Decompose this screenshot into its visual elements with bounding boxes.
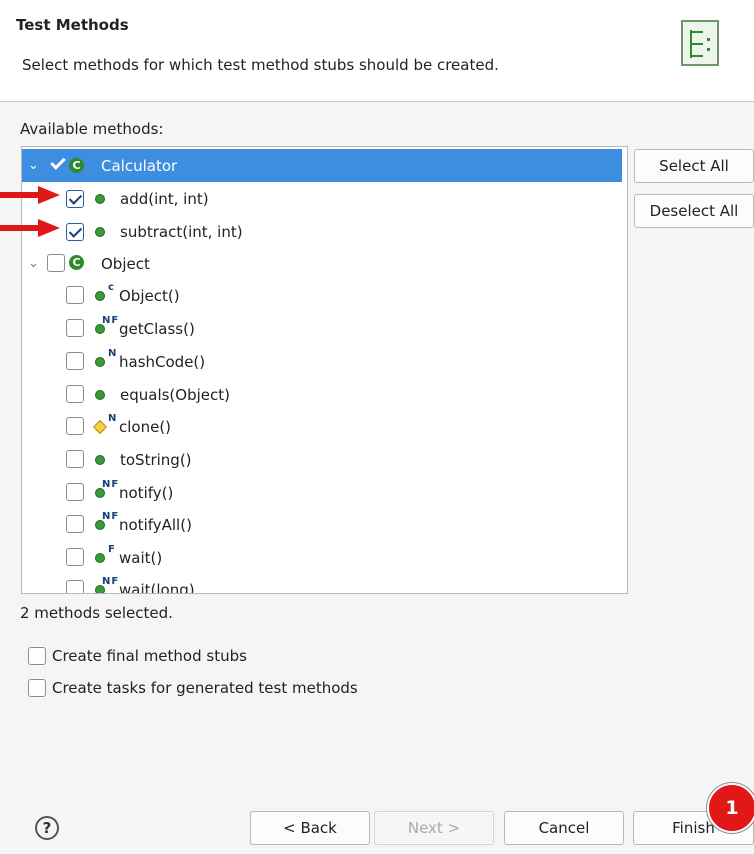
method-checkbox[interactable]: [66, 190, 84, 208]
method-checkbox[interactable]: [66, 580, 84, 593]
available-methods-label: Available methods:: [20, 120, 164, 138]
check-icon[interactable]: [51, 156, 65, 170]
cancel-button[interactable]: Cancel: [504, 811, 624, 845]
step-badge: 1: [707, 783, 754, 833]
chevron-down-icon[interactable]: ⌄: [28, 256, 39, 271]
deselect-all-button[interactable]: Deselect All: [634, 194, 754, 228]
tree-item-label: notifyAll(): [119, 515, 192, 534]
red-arrow-icon: [0, 186, 60, 204]
page-description: Select methods for which test method stu…: [22, 56, 499, 74]
page-title: Test Methods: [16, 16, 129, 34]
tree-item-label: equals(Object): [120, 385, 230, 404]
tree-row-object-ctor[interactable]: c Object(): [22, 279, 622, 312]
method-checkbox[interactable]: [66, 319, 84, 337]
method-checkbox[interactable]: [66, 450, 84, 468]
tree-row-subtract[interactable]: subtract(int, int): [22, 215, 622, 248]
red-arrow-icon: [0, 219, 60, 237]
class-icon: C: [69, 255, 84, 270]
method-checkbox[interactable]: [66, 483, 84, 501]
public-method-icon: [95, 291, 105, 301]
tree-item-label: toString(): [120, 450, 192, 469]
tree-item-label: hashCode(): [119, 352, 206, 371]
tree-item-label: subtract(int, int): [120, 222, 243, 241]
modifier-badge: c: [108, 282, 115, 293]
tree-row-equals[interactable]: equals(Object): [22, 378, 622, 411]
modifier-badge: NF: [102, 315, 120, 326]
tree-item-label: Calculator: [101, 156, 178, 175]
method-checkbox[interactable]: [66, 385, 84, 403]
final-stubs-option[interactable]: Create final method stubs: [28, 646, 247, 665]
tree-row-add[interactable]: add(int, int): [22, 182, 622, 215]
selection-status: 2 methods selected.: [20, 604, 173, 622]
tree-row-notifyall[interactable]: NF notifyAll(): [22, 508, 622, 541]
public-method-icon: [95, 553, 105, 563]
class-checkbox[interactable]: [47, 254, 65, 272]
wizard-banner-icon: [681, 20, 719, 66]
select-all-button[interactable]: Select All: [634, 149, 754, 183]
tree-row-getclass[interactable]: NF getClass(): [22, 312, 622, 345]
tasks-option[interactable]: Create tasks for generated test methods: [28, 678, 358, 697]
modifier-badge: NF: [102, 511, 120, 522]
class-icon: C: [69, 158, 84, 173]
tree-item-label: clone(): [119, 417, 172, 436]
method-checkbox[interactable]: [66, 286, 84, 304]
tree-item-label: add(int, int): [120, 189, 209, 208]
tree-item-label: getClass(): [119, 319, 195, 338]
tree-row-tostring[interactable]: toString(): [22, 443, 622, 476]
tasks-checkbox[interactable]: [28, 678, 46, 697]
tree-row-calculator[interactable]: ⌄ C Calculator: [22, 149, 622, 182]
tasks-label: Create tasks for generated test methods: [52, 678, 358, 697]
wizard-header: Test Methods Select methods for which te…: [0, 6, 754, 102]
modifier-badge: F: [108, 544, 116, 555]
public-method-icon: [95, 194, 105, 204]
public-method-icon: [95, 455, 105, 465]
final-stubs-label: Create final method stubs: [52, 646, 247, 665]
final-stubs-checkbox[interactable]: [28, 646, 46, 665]
modifier-badge: NF: [102, 576, 120, 587]
method-checkbox[interactable]: [66, 352, 84, 370]
method-checkbox[interactable]: [66, 417, 84, 435]
tree-item-label: Object: [101, 254, 150, 273]
tree-row-wait-long[interactable]: NF wait(long): [22, 573, 622, 594]
tree-row-wait[interactable]: F wait(): [22, 541, 622, 574]
method-checkbox[interactable]: [66, 548, 84, 566]
methods-tree[interactable]: ⌄ C Calculator add(int, int) subtract(in…: [21, 146, 628, 594]
tree-item-label: wait(): [119, 548, 163, 567]
protected-method-icon: [92, 419, 108, 435]
method-checkbox[interactable]: [66, 515, 84, 533]
public-method-icon: [95, 357, 105, 367]
modifier-badge: N: [108, 348, 118, 359]
tree-item-label: Object(): [119, 286, 180, 305]
back-button[interactable]: < Back: [250, 811, 370, 845]
tree-item-label: wait(long): [119, 580, 195, 594]
public-method-icon: [95, 390, 105, 400]
help-icon[interactable]: ?: [35, 816, 59, 840]
modifier-badge: NF: [102, 479, 120, 490]
tree-row-notify[interactable]: NF notify(): [22, 476, 622, 509]
tree-row-object[interactable]: ⌄ C Object: [22, 247, 622, 280]
next-button: Next >: [374, 811, 494, 845]
method-checkbox[interactable]: [66, 223, 84, 241]
chevron-down-icon[interactable]: ⌄: [28, 158, 39, 173]
tree-item-label: notify(): [119, 483, 174, 502]
public-method-icon: [95, 227, 105, 237]
modifier-badge: N: [108, 413, 118, 424]
tree-row-clone[interactable]: N clone(): [22, 410, 622, 443]
tree-row-hashcode[interactable]: N hashCode(): [22, 345, 622, 378]
